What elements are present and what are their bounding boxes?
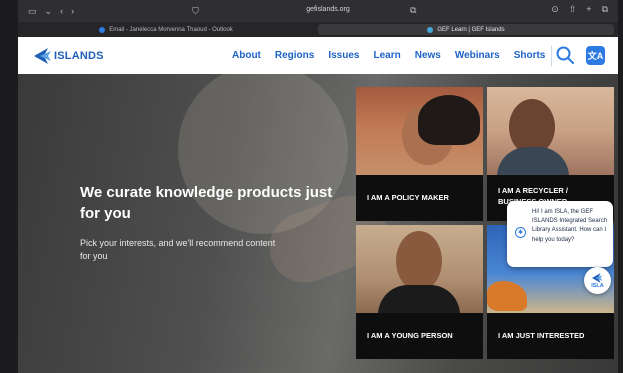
nav-about[interactable]: About xyxy=(232,50,261,61)
hero-title: We curate knowledge products just for yo… xyxy=(80,184,333,222)
reader-icon[interactable]: ⧉ xyxy=(410,6,416,15)
tab-outlook[interactable]: Email - Janelecca Morvenna Thaoud - Outl… xyxy=(18,22,314,37)
isla-button-label: ISLA xyxy=(591,282,604,289)
address-bar[interactable]: gefislands.org xyxy=(258,6,398,13)
coral-photo xyxy=(487,281,527,311)
islands-logo-icon xyxy=(34,47,51,64)
hero-subtitle: Pick your interests, and we'll recommend… xyxy=(80,238,276,261)
tile-label: I AM A YOUNG PERSON xyxy=(367,331,453,340)
privacy-shield-icon[interactable]: ⛉ xyxy=(192,6,199,16)
nav-regions[interactable]: Regions xyxy=(275,50,314,61)
outlook-favicon-icon xyxy=(99,26,106,33)
tile-label: I AM A POLICY MAKER xyxy=(367,193,449,202)
search-icon[interactable] xyxy=(555,45,575,65)
tile-label: I AM JUST INTERESTED xyxy=(498,331,585,340)
person-hair xyxy=(418,95,480,145)
tab-bar: Email - Janelecca Morvenna Thaoud - Outl… xyxy=(18,22,618,37)
chat-message: Hi! I am ISLA, the GEF ISLANDS Integrate… xyxy=(532,209,608,243)
chat-info-icon: ✱ xyxy=(515,227,526,238)
chat-bubble[interactable]: ✱ Hi! I am ISLA, the GEF ISLANDS Integra… xyxy=(507,201,613,267)
browser-window: ▭ ⌄ ‹ › ⛉ gefislands.org ⧉ ⊙ ⇧ + ⧉ Email… xyxy=(18,0,618,373)
nav-divider xyxy=(551,46,552,66)
site-header: ISLANDS About Regions Issues Learn News … xyxy=(18,37,618,74)
back-icon[interactable]: ‹ xyxy=(60,6,63,16)
main-nav: About Regions Issues Learn News Webinars… xyxy=(232,37,545,74)
share-icon[interactable]: ⇧ xyxy=(569,5,577,14)
logo-text: ISLANDS xyxy=(54,49,104,62)
tab-gef-learn[interactable]: GEF Learn | GEF Islands xyxy=(318,24,614,35)
downloads-icon[interactable]: ⊙ xyxy=(551,5,559,14)
tile-young-person[interactable]: I AM A YOUNG PERSON xyxy=(356,225,483,359)
person-photo xyxy=(396,231,442,291)
nav-shorts[interactable]: Shorts xyxy=(514,50,546,61)
gef-favicon-icon xyxy=(427,26,434,33)
tile-photo xyxy=(356,225,483,325)
translate-button[interactable]: 文A xyxy=(586,46,605,65)
nav-learn[interactable]: Learn xyxy=(373,50,400,61)
new-tab-icon[interactable]: + xyxy=(586,5,591,14)
nav-news[interactable]: News xyxy=(415,50,441,61)
chevron-down-icon[interactable]: ⌄ xyxy=(45,6,53,16)
islands-logo-icon xyxy=(592,272,603,283)
sidebar-toggle-icon[interactable]: ▭ xyxy=(28,6,37,16)
nav-webinars[interactable]: Webinars xyxy=(455,50,500,61)
tab-title: GEF Learn | GEF Islands xyxy=(437,26,505,33)
tile-photo xyxy=(356,87,483,175)
toolbar-right: ⊙ ⇧ + ⧉ xyxy=(551,5,608,14)
forward-icon[interactable]: › xyxy=(71,6,74,16)
tile-photo xyxy=(487,87,614,187)
nav-issues[interactable]: Issues xyxy=(328,50,359,61)
islands-logo[interactable]: ISLANDS xyxy=(34,47,104,64)
isla-assistant-button[interactable]: ISLA xyxy=(584,267,611,294)
tab-title: Email - Janelecca Morvenna Thaoud - Outl… xyxy=(109,26,233,33)
browser-toolbar: ▭ ⌄ ‹ › ⛉ gefislands.org ⧉ ⊙ ⇧ + ⧉ xyxy=(18,0,618,22)
tile-policy-maker[interactable]: I AM A POLICY MAKER xyxy=(356,87,483,221)
tab-overview-icon[interactable]: ⧉ xyxy=(602,5,608,14)
toolbar-left: ▭ ⌄ ‹ › ⛉ xyxy=(18,6,228,16)
